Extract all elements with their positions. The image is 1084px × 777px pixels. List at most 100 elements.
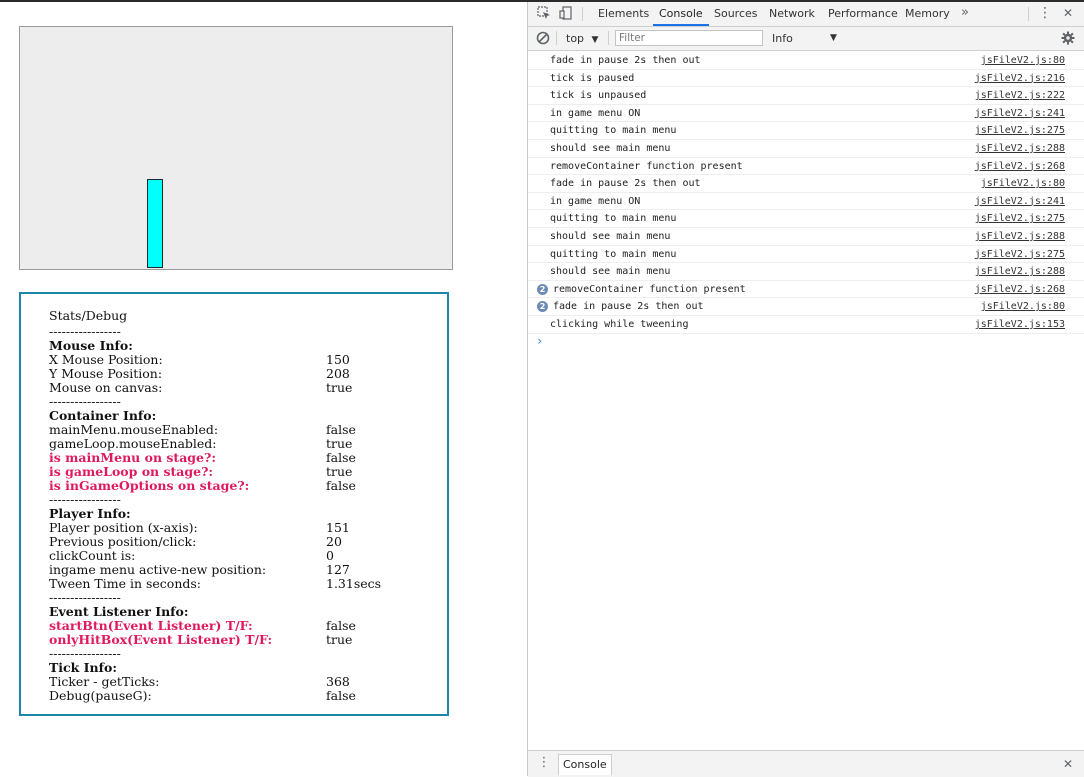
source-link[interactable]: jsFileV2.js:241 [975, 108, 1065, 119]
console-message: 2 removeContainer function present jsFileV… [528, 281, 1084, 299]
game-canvas[interactable] [19, 26, 453, 270]
console-message-text: should see main menu [550, 142, 671, 154]
stats-row: gameLoop.mouseEnabled: true [49, 437, 439, 451]
kebab-menu-icon[interactable]: ⋮ [1038, 6, 1052, 20]
console-message: should see main menu jsFileV2.js:288 [528, 263, 1084, 281]
stats-debug-panel: Stats/Debug ----------------- Mouse Info… [19, 292, 449, 716]
repeat-count-badge: 2 [537, 301, 548, 313]
device-toolbar-icon[interactable] [559, 6, 573, 20]
context-selector[interactable]: top ▼ [566, 27, 598, 50]
stat-value: false [326, 618, 356, 633]
dropdown-arrow-icon: ▼ [830, 33, 837, 43]
source-link[interactable]: jsFileV2.js:268 [975, 161, 1065, 172]
settings-gear-icon[interactable] [1061, 31, 1075, 45]
source-link[interactable]: jsFileV2.js:80 [981, 178, 1065, 189]
console-toolbar: top ▼ Info ▼ [528, 27, 1084, 51]
more-tabs-icon[interactable]: » [958, 6, 972, 20]
stat-value: 150 [326, 352, 350, 367]
source-link[interactable]: jsFileV2.js:222 [975, 90, 1065, 101]
console-message: 2 fade in pause 2s then out jsFileV2.js:80 [528, 298, 1084, 316]
tab-console[interactable]: Console [653, 2, 709, 26]
tab-elements[interactable]: Elements [592, 2, 655, 26]
stats-separator: ----------------- [49, 647, 439, 661]
stat-value: false [326, 688, 356, 703]
clear-console-icon[interactable] [536, 31, 550, 45]
console-message-text: clicking while tweening [550, 318, 689, 330]
stat-value: true [326, 436, 353, 451]
section-heading-text: Player Info: [49, 506, 131, 521]
console-message-text: in game menu ON [550, 195, 641, 207]
console-message: removeContainer function present jsFileV2… [528, 158, 1084, 176]
stats-row: is mainMenu on stage?: false [49, 451, 439, 465]
source-link[interactable]: jsFileV2.js:80 [981, 301, 1065, 312]
inspect-element-icon[interactable] [537, 6, 551, 20]
stats-section-heading: Event Listener Info: [49, 605, 439, 619]
source-link[interactable]: jsFileV2.js:241 [975, 196, 1065, 207]
console-message: should see main menu jsFileV2.js:288 [528, 228, 1084, 246]
stats-row: startBtn(Event Listener) T/F: false [49, 619, 439, 633]
stats-row: Player position (x-axis): 151 [49, 521, 439, 535]
stat-label: Debug(pauseG): [49, 688, 152, 703]
drawer-tab-label: Console [563, 758, 607, 771]
console-message: tick is paused jsFileV2.js:216 [528, 70, 1084, 88]
stat-label: Mouse on canvas: [49, 380, 163, 395]
console-message: quitting to main menu jsFileV2.js:275 [528, 210, 1084, 228]
drawer-tab-console[interactable]: Console [558, 754, 612, 775]
stat-value: false [326, 450, 356, 465]
stats-content: Stats/Debug ----------------- Mouse Info… [49, 309, 439, 703]
stat-value: 0 [326, 548, 334, 563]
source-link[interactable]: jsFileV2.js:153 [975, 319, 1065, 330]
separator-text: ----------------- [49, 590, 121, 605]
console-message: tick is unpaused jsFileV2.js:222 [528, 87, 1084, 105]
console-filter-input[interactable] [615, 30, 763, 46]
stats-title: Stats/Debug [49, 308, 128, 323]
source-link[interactable]: jsFileV2.js:275 [975, 125, 1065, 136]
source-link[interactable]: jsFileV2.js:288 [975, 231, 1065, 242]
drawer-menu-icon[interactable]: ⋮ [537, 756, 551, 770]
stat-label: X Mouse Position: [49, 352, 163, 367]
log-level-label: Info [772, 32, 793, 45]
tab-network[interactable]: Network [763, 2, 821, 26]
console-message-text: fade in pause 2s then out [553, 301, 704, 313]
console-message: quitting to main menu jsFileV2.js:275 [528, 246, 1084, 264]
section-heading-text: Event Listener Info: [49, 604, 189, 619]
source-link[interactable]: jsFileV2.js:80 [981, 55, 1065, 66]
close-drawer-icon[interactable]: ✕ [1061, 757, 1075, 771]
tab-performance[interactable]: Performance [822, 2, 904, 26]
stat-label: gameLoop.mouseEnabled: [49, 436, 217, 451]
separator-text: ----------------- [49, 646, 121, 661]
source-link[interactable]: jsFileV2.js:288 [975, 266, 1065, 277]
source-link[interactable]: jsFileV2.js:268 [975, 284, 1065, 295]
stat-label: onlyHitBox(Event Listener) T/F: [49, 632, 273, 647]
source-link[interactable]: jsFileV2.js:275 [975, 249, 1065, 260]
console-message: clicking while tweening jsFileV2.js:153 [528, 316, 1084, 334]
stats-row: clickCount is: 0 [49, 549, 439, 563]
stat-value: false [326, 478, 356, 493]
console-prompt-line[interactable]: › [528, 334, 1084, 350]
tab-sources[interactable]: Sources [708, 2, 764, 26]
stats-row: X Mouse Position: 150 [49, 353, 439, 367]
stat-value: true [326, 464, 353, 479]
console-message-text: quitting to main menu [550, 248, 677, 260]
source-link[interactable]: jsFileV2.js:216 [975, 73, 1065, 84]
console-message-text: tick is paused [550, 72, 635, 84]
log-level-select[interactable]: Info ▼ [772, 27, 842, 50]
console-message-text: fade in pause 2s then out [550, 55, 701, 66]
stat-value: 368 [326, 674, 350, 689]
stat-value: 127 [326, 562, 350, 577]
devtools-panel: Elements Console Sources Network Performance… [527, 2, 1084, 777]
stat-value: 208 [326, 366, 350, 381]
console-message-text: should see main menu [550, 230, 671, 242]
repeat-count-badge: 2 [537, 283, 548, 295]
console-message-text: quitting to main menu [550, 125, 677, 137]
console-message-text: removeContainer function present [550, 160, 743, 172]
tab-memory[interactable]: Memory [899, 2, 956, 26]
close-devtools-icon[interactable]: ✕ [1061, 6, 1075, 20]
console-message-text: quitting to main menu [550, 213, 677, 225]
source-link[interactable]: jsFileV2.js:275 [975, 213, 1065, 224]
source-link[interactable]: jsFileV2.js:288 [975, 143, 1065, 154]
page-viewport: Stats/Debug ----------------- Mouse Info… [0, 2, 527, 776]
stats-row: Ticker - getTicks: 368 [49, 675, 439, 689]
toolbar-divider [556, 31, 557, 45]
prompt-caret-icon: › [536, 333, 544, 348]
